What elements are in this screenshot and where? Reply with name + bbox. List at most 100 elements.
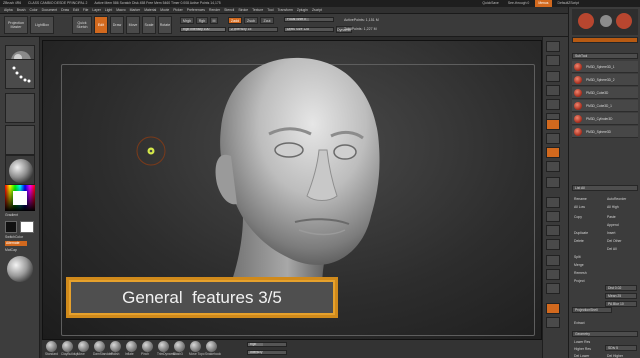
copy-button[interactable]: Copy [574,215,582,219]
scale-view-button[interactable] [546,225,560,236]
menu-color[interactable]: Color [30,7,38,13]
menu-movie[interactable]: Movie [160,7,169,13]
higher-res-button[interactable]: Higher Res [574,347,591,351]
z-intensity-slider[interactable]: Z Intensity 15 [228,27,278,32]
move-button[interactable]: Move [126,16,140,34]
xpose-button[interactable] [546,317,560,328]
stroke-thumbnail[interactable] [5,59,35,89]
append-button[interactable]: Append [607,223,619,227]
brush-pinch-icon[interactable] [142,341,153,352]
menu-zscript[interactable]: Zscript [312,7,322,13]
brush-move-topo-icon[interactable] [190,341,201,352]
menu-render[interactable]: Render [209,7,220,13]
menu-preferences[interactable]: Preferences [187,7,205,13]
zcut-button[interactable]: Zcut [260,17,274,24]
spix-button[interactable] [546,55,560,66]
brush-claybuildup-icon[interactable] [62,341,73,352]
texture-thumbnail[interactable] [5,125,35,155]
alternate-button[interactable]: Alternate [5,241,27,246]
del-lower-button[interactable]: Del Lower [574,354,589,358]
bottom-rgb-slider[interactable]: Rgb [247,342,287,347]
switch-color-label[interactable]: SwitchColor [5,235,23,239]
menu-texture[interactable]: Texture [252,7,263,13]
default-script-button[interactable]: DefaultZScript [555,0,582,7]
lsym-button[interactable] [546,161,560,172]
menu-zplugin[interactable]: Zplugin [297,7,308,13]
subtool-item[interactable]: PM3D_Sphere3D_1 [572,61,638,73]
rename-button[interactable]: Rename [574,197,587,201]
head-model[interactable] [173,46,433,306]
paste-button[interactable]: Paste [607,215,616,219]
projection-master-button[interactable]: Projection Master [4,16,28,34]
color-picker[interactable] [5,185,35,211]
m-button[interactable]: M [210,17,218,24]
xyz-button[interactable] [546,177,560,188]
tool-thumbnails[interactable] [572,9,638,35]
menu-tool[interactable]: Tool [267,7,273,13]
scale-button[interactable]: Scale [142,16,156,34]
delete-button[interactable]: Delete [574,239,584,243]
geometry-header[interactable]: Geometry [572,331,638,337]
brush-snakehook-icon[interactable] [206,341,217,352]
insert-button[interactable]: Insert [607,231,615,235]
mrgb-button[interactable]: Mrgb [180,17,194,24]
auto-reorder-button[interactable]: AutoReorder [607,197,626,201]
menu-edit[interactable]: Edit [73,7,79,13]
del-other-button[interactable]: Del Other [607,239,622,243]
subtool-item[interactable]: PM3D_Cube3D [572,87,638,99]
menu-alpha[interactable]: Alpha [4,7,13,13]
remesh-menu[interactable]: Remesh [574,271,587,275]
zoom-button[interactable] [546,85,560,96]
menu-marker[interactable]: Marker [130,7,141,13]
menu-picker[interactable]: Picker [173,7,182,13]
menu-brush[interactable]: Brush [17,7,26,13]
menu-draw[interactable]: Draw [61,7,69,13]
brush-trimdynamic-icon[interactable] [158,341,169,352]
brush-standard-icon[interactable] [46,341,57,352]
menu-transform[interactable]: Transform [277,7,292,13]
polyf-button[interactable] [546,269,560,280]
menu-light[interactable]: Light [105,7,112,13]
split-menu[interactable]: Split [574,255,581,259]
brush-hpolish-icon[interactable] [110,341,121,352]
subtool-item[interactable]: PM3D_Sphere3D [572,126,638,138]
brush-slash3-icon[interactable] [174,341,185,352]
menu-material[interactable]: Material [144,7,156,13]
project-menu[interactable]: Project [574,279,585,283]
subtool-item[interactable]: PM3D_Cylinder3D [572,113,638,125]
focal-shift-slider[interactable]: Focal Shift 0 [284,17,334,22]
gradient-label[interactable]: Gradient [5,213,18,217]
linefill-button[interactable] [546,255,560,266]
brush-inflate-icon[interactable] [126,341,137,352]
local-button[interactable] [546,147,560,158]
del-all-button[interactable]: Del All [607,247,617,251]
bottom-intensity-slider[interactable]: Intensity [247,350,287,355]
zsub-button[interactable]: Zsub [244,17,258,24]
subtool-item[interactable]: PM3D_Cube3D_1 [572,100,638,112]
del-higher-button[interactable]: Del Higher [607,354,623,358]
menu-file[interactable]: File [83,7,88,13]
transp-button[interactable] [546,283,560,294]
edit-button[interactable]: Edit [94,16,108,34]
move-view-button[interactable] [546,211,560,222]
tray-active-tool[interactable] [572,37,638,43]
rgb-button[interactable]: Rgb [196,17,208,24]
duplicate-button[interactable]: Duplicate [574,231,588,235]
dist-slider[interactable]: Dist 0.02 [605,285,637,291]
all-low-button[interactable]: All Low [574,205,585,209]
subtool-item[interactable]: PM3D_Sphere3D_2 [572,74,638,86]
secondary-color-swatch[interactable] [5,221,17,233]
menu-macro[interactable]: Macro [116,7,125,13]
menu-layer[interactable]: Layer [92,7,100,13]
lower-res-button[interactable]: Lower Res [574,340,590,344]
all-high-button[interactable]: All High [607,205,619,209]
persp-button[interactable] [546,119,560,130]
lightbox-button[interactable]: LightBox [30,16,54,34]
rgb-intensity-slider[interactable]: Rgb Intensity 100 [180,27,226,32]
material-thumbnail[interactable] [5,155,35,185]
menu-document[interactable]: Document [42,7,57,13]
subtool-header[interactable]: SubTool [572,53,638,59]
floor-button[interactable] [546,133,560,144]
menus-button[interactable]: Menus [535,0,552,7]
list-all-button[interactable]: List All [572,185,638,191]
